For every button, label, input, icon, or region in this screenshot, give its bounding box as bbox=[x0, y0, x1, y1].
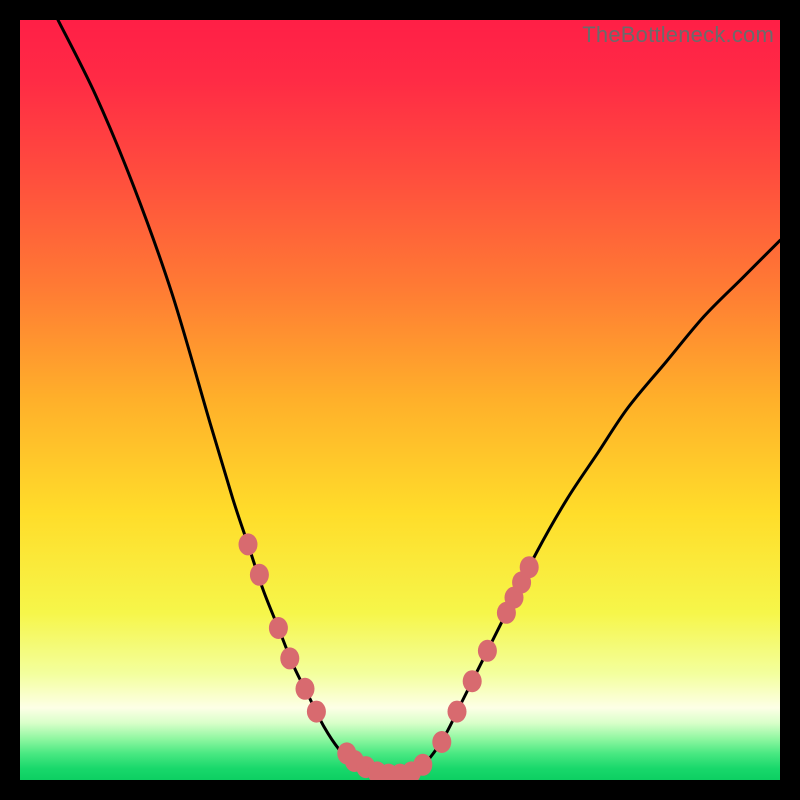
bottleneck-chart bbox=[20, 20, 780, 780]
curve-marker bbox=[250, 564, 269, 586]
chart-frame: TheBottleneck.com bbox=[20, 20, 780, 780]
curve-marker bbox=[448, 701, 467, 723]
curve-marker bbox=[280, 647, 299, 669]
curve-marker bbox=[413, 754, 432, 776]
gradient-background bbox=[20, 20, 780, 780]
curve-marker bbox=[520, 556, 539, 578]
curve-marker bbox=[432, 731, 451, 753]
curve-marker bbox=[307, 701, 326, 723]
curve-marker bbox=[239, 533, 258, 555]
curve-marker bbox=[296, 678, 315, 700]
curve-marker bbox=[269, 617, 288, 639]
curve-marker bbox=[478, 640, 497, 662]
curve-marker bbox=[463, 670, 482, 692]
watermark-label: TheBottleneck.com bbox=[582, 22, 774, 48]
